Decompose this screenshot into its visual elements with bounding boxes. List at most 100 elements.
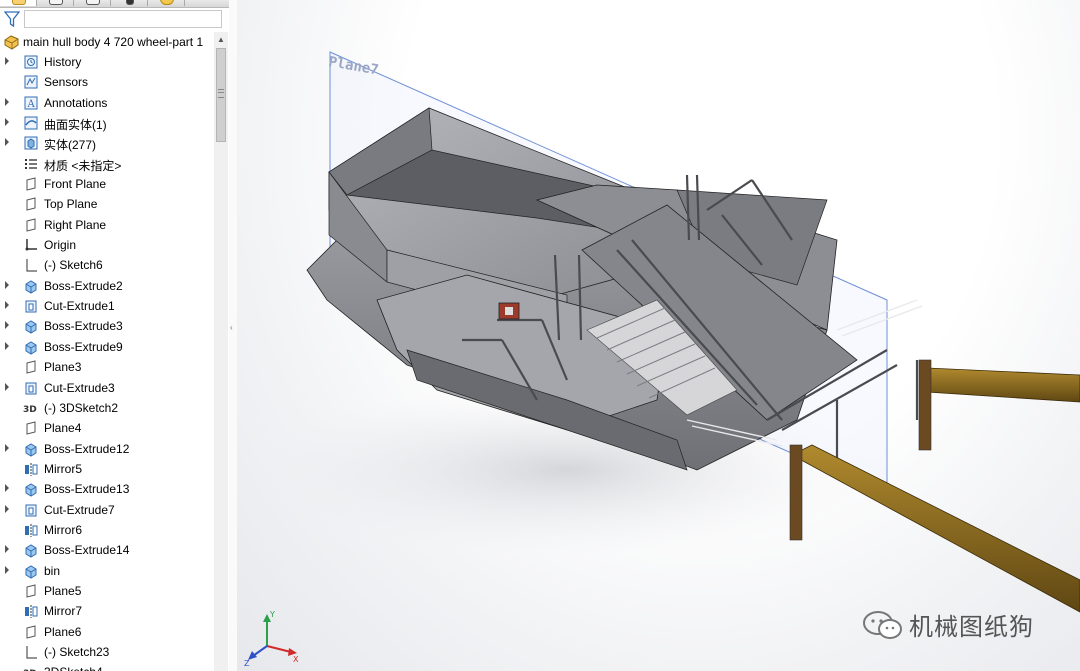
graphics-viewport[interactable]: Plane7 Y X Z 机械图纸狗 [237,0,1080,671]
tree-item[interactable]: Front Plane [0,174,214,194]
tab-display-manager[interactable] [148,0,185,6]
tree-scrollbar[interactable]: ▲ [214,32,228,671]
tree-item-label: Cut-Extrude1 [44,299,115,314]
tree-item[interactable]: Mirror5 [0,459,214,479]
tree-item[interactable]: Origin [0,235,214,255]
tree-item[interactable]: bin [0,561,214,581]
tree-item[interactable]: (-) Sketch23 [0,642,214,662]
tree-item[interactable]: 实体(277) [0,133,214,153]
expand-arrow-icon[interactable] [5,57,9,65]
expand-arrow-icon[interactable] [5,341,9,350]
tree-item[interactable]: Mirror7 [0,601,214,621]
tree-item[interactable]: Plane4 [0,418,214,438]
tree-item[interactable]: A Annotations [0,93,214,113]
tree-item-label: Annotations [44,95,108,110]
mirror-icon [25,523,38,537]
tree-item[interactable]: Boss-Extrude2 [0,276,214,296]
tree-item-label: 3DSketch4 [44,665,103,671]
wheel-beam-right [918,359,1080,451]
expand-arrow-icon[interactable] [5,321,9,330]
sketch-icon [26,259,37,273]
hull-model[interactable] [237,0,1080,671]
tree-item[interactable]: Right Plane [0,215,214,235]
tree-item[interactable]: Plane3 [0,357,214,377]
panel-tab-strip [0,0,229,8]
expand-arrow-icon[interactable] [5,382,9,391]
expand-arrow-icon[interactable] [5,301,9,310]
tree-item[interactable]: Plane6 [0,622,214,642]
scroll-grip-icon [218,89,224,98]
boss-extrude-icon [25,442,37,457]
tree-item-label: (-) Sketch6 [44,258,103,273]
tree-item[interactable]: 材质 <未指定> [0,154,214,174]
tree-item[interactable]: Cut-Extrude3 [0,378,214,398]
tree-item-label: Boss-Extrude14 [44,543,130,558]
scroll-thumb[interactable] [216,48,226,142]
expand-arrow-icon[interactable] [5,484,9,493]
expand-arrow-icon[interactable] [5,545,9,554]
expand-arrow-icon[interactable] [5,138,9,147]
scroll-up-icon[interactable]: ▲ [214,34,228,46]
tab-feature-manager[interactable] [0,0,37,6]
tree-item-label: 曲面实体(1) [44,118,107,133]
tree-item-label: Plane6 [44,624,82,639]
tree-item[interactable]: Mirror6 [0,520,214,540]
surface-bodies-icon [24,116,38,130]
expand-arrow-icon[interactable] [5,118,9,127]
watermark-text: 机械图纸狗 [909,613,1034,641]
expand-arrow-icon[interactable] [5,280,9,289]
tree-item[interactable]: Sensors [0,72,214,92]
tree-item-label: Boss-Extrude3 [44,319,123,334]
feature-manager-panel: main hull body 4 720 wheel-part 1 Histor… [0,0,230,671]
expand-arrow-icon[interactable] [5,565,9,574]
tree-item-label: Plane4 [44,421,82,436]
cut-extrude-icon [25,504,37,517]
collapse-panel-icon[interactable]: ‹ [230,320,236,336]
tree-item-label: Plane3 [44,360,82,375]
boss-extrude-icon [25,341,37,355]
expand-arrow-icon[interactable] [5,504,9,513]
configuration-manager-icon [86,0,100,5]
tree-item[interactable]: Boss-Extrude12 [0,439,214,459]
tree-item[interactable]: Cut-Extrude7 [0,500,214,520]
tree-item[interactable]: 3D (-) 3DSketch2 [0,398,214,418]
tree-item[interactable]: 曲面实体(1) [0,113,214,133]
wechat-logo-icon [863,611,902,639]
panel-splitter[interactable]: ‹ [229,0,237,671]
tree-item[interactable]: Boss-Extrude14 [0,540,214,560]
plane-icon [26,421,36,435]
tree-item[interactable]: History [0,52,214,72]
tree-root-part[interactable]: main hull body 4 720 wheel-part 1 [0,32,214,52]
tree-item[interactable]: (-) Sketch6 [0,255,214,275]
plane-icon [26,360,36,374]
filter-icon[interactable] [3,10,21,31]
expand-arrow-icon[interactable] [5,97,9,106]
tree-item[interactable]: Boss-Extrude9 [0,337,214,357]
mirror-icon [25,462,38,476]
tree-item[interactable]: Boss-Extrude13 [0,479,214,499]
tree-item[interactable]: 3D 3DSketch4 [0,662,214,671]
tree-item[interactable]: Cut-Extrude1 [0,296,214,316]
tab-property-manager[interactable] [37,0,74,6]
history-icon [24,55,38,69]
tree-item[interactable]: Plane5 [0,581,214,601]
tree-item-label: bin [44,563,61,578]
boss-extrude-icon [25,544,37,558]
triad-label-y: Y [269,610,275,619]
triad-label-x: X [293,655,299,664]
tree-item[interactable]: Top Plane [0,194,214,214]
svg-text:3D: 3D [23,405,37,415]
tree-item[interactable]: Boss-Extrude3 [0,316,214,336]
tree-item-label: Boss-Extrude12 [44,441,130,456]
tab-configuration-manager[interactable] [74,0,111,6]
expand-arrow-icon[interactable] [5,443,9,452]
filter-input[interactable] [24,10,222,28]
filter-row [0,8,229,32]
feature-manager-icon [12,0,26,5]
tab-dimxpert-manager[interactable] [111,0,148,6]
mirror-icon [25,605,38,619]
cut-extrude-icon [25,382,37,394]
feature-tree: History Sensors A Annotations 曲面实体(1) 实体(277)… [0,52,214,671]
tree-item-label: Mirror5 [44,461,82,476]
tree-item-label: Boss-Extrude9 [44,339,123,354]
